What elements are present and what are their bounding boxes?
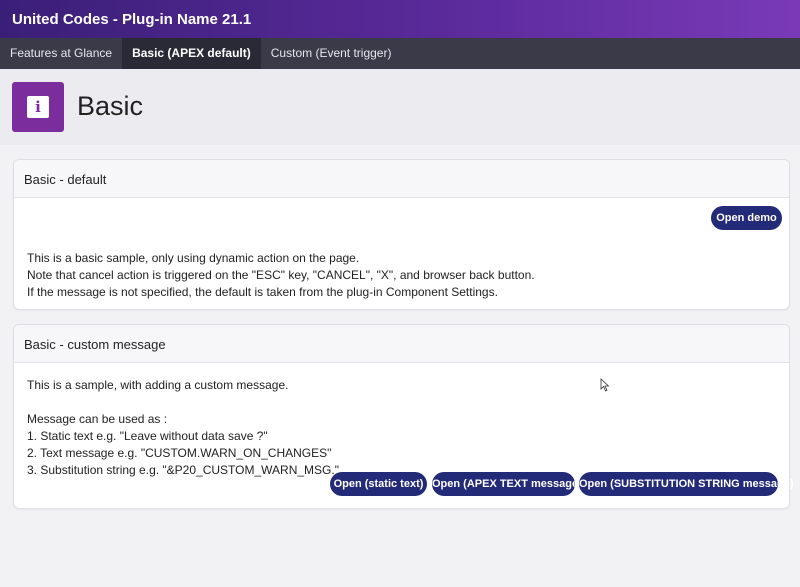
- tab-custom-event-trigger[interactable]: Custom (Event trigger): [261, 38, 402, 69]
- card-text-line: If the message is not specified, the def…: [27, 285, 498, 299]
- card-title: Basic - default: [14, 160, 789, 198]
- open-static-text-button[interactable]: Open (static text): [330, 472, 427, 496]
- page-title: Basic: [77, 91, 144, 121]
- mouse-cursor-icon: [600, 378, 610, 392]
- nav-bar: Features at Glance Basic (APEX default) …: [0, 38, 800, 69]
- card-text-line: Note that cancel action is triggered on …: [27, 268, 535, 282]
- tab-features-at-glance[interactable]: Features at Glance: [0, 38, 122, 69]
- open-demo-button[interactable]: Open demo: [711, 206, 782, 230]
- open-substitution-string-message-button[interactable]: Open (SUBSTITUTION STRING message): [579, 472, 794, 496]
- page-header: i Basic: [0, 69, 800, 145]
- card-text-line: 1. Static text e.g. "Leave without data …: [27, 429, 268, 443]
- card-basic-default: Basic - default Open demo This is a basi…: [13, 159, 790, 310]
- card-text-line: This is a basic sample, only using dynam…: [27, 251, 360, 265]
- open-apex-text-message-button[interactable]: Open (APEX TEXT message): [432, 472, 582, 496]
- card-text-line: 3. Substitution string e.g. "&P20_CUSTOM…: [27, 463, 339, 477]
- card-basic-custom-message: Basic - custom message This is a sample,…: [13, 324, 794, 509]
- app-header: United Codes - Plug-in Name 21.1: [0, 0, 800, 38]
- card-title: Basic - custom message: [14, 325, 789, 363]
- tab-basic-apex-default[interactable]: Basic (APEX default): [122, 38, 261, 69]
- page-icon-badge: i: [12, 82, 64, 132]
- app-title: United Codes - Plug-in Name 21.1: [12, 11, 252, 28]
- info-icon: i: [27, 96, 49, 118]
- card-text-line: 2. Text message e.g. "CUSTOM.WARN_ON_CHA…: [27, 446, 332, 460]
- card-text-line: Message can be used as :: [27, 412, 168, 426]
- card-text-line: This is a sample, with adding a custom m…: [27, 378, 289, 392]
